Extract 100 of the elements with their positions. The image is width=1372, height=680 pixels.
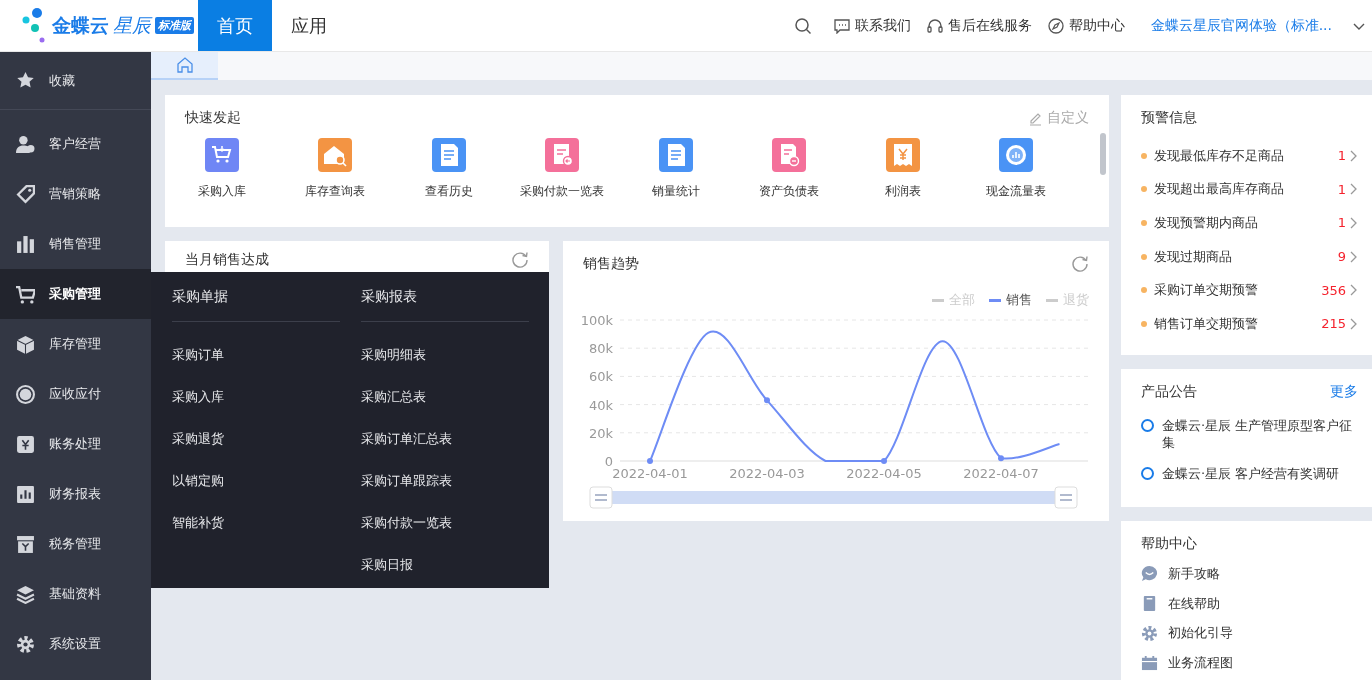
- sidebar-item-icon: [16, 71, 35, 90]
- sidebar-item[interactable]: 系统设置: [0, 619, 151, 669]
- sidebar-item[interactable]: 销售管理: [0, 219, 151, 269]
- range-handle[interactable]: [1054, 486, 1078, 509]
- axis-label: 2022-04-07: [963, 466, 1039, 481]
- help-link[interactable]: 初始化引导: [1168, 624, 1233, 643]
- sidebar-item-icon: [16, 634, 35, 654]
- announcement-link[interactable]: 金蝶云·星辰 客户经营有奖调研: [1162, 465, 1354, 482]
- sidebar-item-icon: [16, 234, 35, 254]
- shortcut-label[interactable]: 利润表: [884, 183, 921, 200]
- sidebar-item[interactable]: 库存管理: [0, 319, 151, 369]
- scrollbar-thumb: [1100, 133, 1106, 175]
- sidebar-item[interactable]: 应收应付: [0, 369, 151, 419]
- shortcut-icon[interactable]: [885, 138, 920, 172]
- shortcut-label[interactable]: 库存查询表: [305, 183, 366, 200]
- refresh-icon[interactable]: [1071, 255, 1089, 273]
- shortcut-icon[interactable]: [658, 138, 693, 172]
- chevron-right-icon: [1349, 249, 1358, 264]
- help-item-icon: [1141, 624, 1158, 642]
- axis-label: 2022-04-05: [846, 466, 922, 481]
- sidebar-item[interactable]: 采购管理: [0, 269, 151, 319]
- compass-icon[interactable]: [1047, 17, 1064, 34]
- axis-label: 60k: [588, 369, 613, 385]
- shortcut-label[interactable]: 销量统计: [651, 183, 700, 200]
- help-link[interactable]: 在线帮助: [1168, 594, 1220, 613]
- shortcut-label[interactable]: 资产负债表: [759, 183, 820, 200]
- alert-item[interactable]: 发现过期商品 9: [1141, 239, 1358, 274]
- submenu-item[interactable]: 采购退货: [172, 430, 224, 448]
- sidebar-item[interactable]: 账务处理: [0, 419, 151, 469]
- sidebar-item-icon: [16, 534, 35, 554]
- help-item-icon: [1141, 565, 1158, 583]
- submenu-item[interactable]: 采购订单跟踪表: [361, 472, 452, 490]
- card-title: 销售趋势: [583, 255, 639, 273]
- header-link[interactable]: 帮助中心: [1068, 16, 1125, 35]
- shortcut-label[interactable]: 查看历史: [424, 183, 473, 200]
- chevron-right-icon: [1349, 316, 1358, 331]
- alert-item[interactable]: 发现最低库存不足商品 1: [1141, 139, 1358, 173]
- headset-icon[interactable]: [926, 17, 943, 34]
- chat-icon[interactable]: [833, 17, 850, 34]
- shortcut-icon[interactable]: [204, 138, 239, 172]
- range-handle[interactable]: [589, 486, 613, 509]
- submenu-item[interactable]: 智能补货: [172, 514, 224, 532]
- shortcut-icon[interactable]: [431, 138, 466, 172]
- card-title: 快速发起: [185, 109, 241, 127]
- logo-brand: 金蝶云: [52, 12, 109, 38]
- axis-label: 80k: [588, 341, 613, 357]
- help-link[interactable]: 业务流程图: [1168, 653, 1233, 672]
- shortcut-label[interactable]: 现金流量表: [986, 183, 1047, 200]
- sidebar-item[interactable]: 收藏: [0, 52, 151, 110]
- account-name[interactable]: 金蝶云星辰官网体验（标准...: [1150, 16, 1332, 35]
- submenu-item[interactable]: 采购订单: [172, 346, 224, 364]
- submenu-item[interactable]: 采购汇总表: [361, 388, 426, 406]
- announcement-link[interactable]: 金蝶云·星辰 生产管理原型客户征集: [1162, 417, 1354, 451]
- shortcut-icon[interactable]: [318, 138, 353, 172]
- timeline-ring-icon: [1141, 467, 1154, 480]
- data-point: [998, 455, 1004, 462]
- header-link[interactable]: 售后在线服务: [947, 16, 1032, 35]
- sidebar-item[interactable]: 客户经营: [0, 119, 151, 169]
- shortcut-icon[interactable]: [772, 138, 807, 172]
- header-link[interactable]: 联系我们: [854, 16, 911, 35]
- alert-item[interactable]: 销售订单交期预警 215: [1141, 306, 1358, 341]
- submenu-heading: 采购报表: [361, 287, 417, 306]
- card-title: 产品公告: [1141, 383, 1197, 401]
- submenu-heading: 采购单据: [172, 287, 228, 306]
- axis-label: 100k: [580, 313, 613, 328]
- timeline-ring-icon: [1141, 419, 1154, 432]
- chevron-right-icon: [1349, 216, 1358, 230]
- submenu-item[interactable]: 采购付款一览表: [361, 514, 452, 532]
- axis-label: 2022-04-03: [729, 466, 805, 481]
- submenu-item[interactable]: 采购日报: [361, 556, 413, 574]
- submenu-item[interactable]: 以销定购: [172, 472, 224, 490]
- sidebar-item-icon: [16, 584, 35, 604]
- more-link[interactable]: 更多: [1330, 383, 1358, 401]
- alert-item[interactable]: 采购订单交期预警 356: [1141, 273, 1358, 307]
- shortcut-label[interactable]: 采购付款一览表: [520, 183, 605, 200]
- submenu-item[interactable]: 采购订单汇总表: [361, 430, 452, 448]
- chevron-right-icon: [1349, 283, 1358, 298]
- nav-tab[interactable]: 首页: [198, 0, 272, 51]
- sidebar-item[interactable]: 财务报表: [0, 469, 151, 519]
- alert-item[interactable]: 发现预警期内商品 1: [1141, 206, 1358, 240]
- legend-item[interactable]: 销售: [989, 291, 1032, 309]
- sidebar-item-icon: [16, 334, 35, 354]
- submenu-item[interactable]: 采购入库: [172, 388, 224, 406]
- refresh-icon[interactable]: [511, 251, 529, 269]
- sidebar-item-icon: [16, 434, 35, 454]
- data-point: [647, 458, 653, 464]
- submenu-item[interactable]: 采购明细表: [361, 346, 426, 364]
- sidebar-item-icon: [16, 184, 35, 204]
- shortcut-icon[interactable]: [999, 138, 1034, 172]
- alert-item[interactable]: 发现超出最高库存商品 1: [1141, 172, 1358, 207]
- home-tab[interactable]: [151, 52, 218, 80]
- search-icon[interactable]: [793, 16, 812, 35]
- sidebar-item[interactable]: 税务管理: [0, 519, 151, 569]
- home-icon: [175, 56, 194, 74]
- shortcut-icon[interactable]: [545, 138, 580, 172]
- help-link[interactable]: 新手攻略: [1168, 564, 1220, 583]
- sidebar-item[interactable]: 基础资料: [0, 569, 151, 619]
- sidebar-item[interactable]: 营销策略: [0, 169, 151, 219]
- shortcut-label[interactable]: 采购入库: [197, 183, 246, 200]
- nav-tab[interactable]: 应用: [272, 0, 346, 51]
